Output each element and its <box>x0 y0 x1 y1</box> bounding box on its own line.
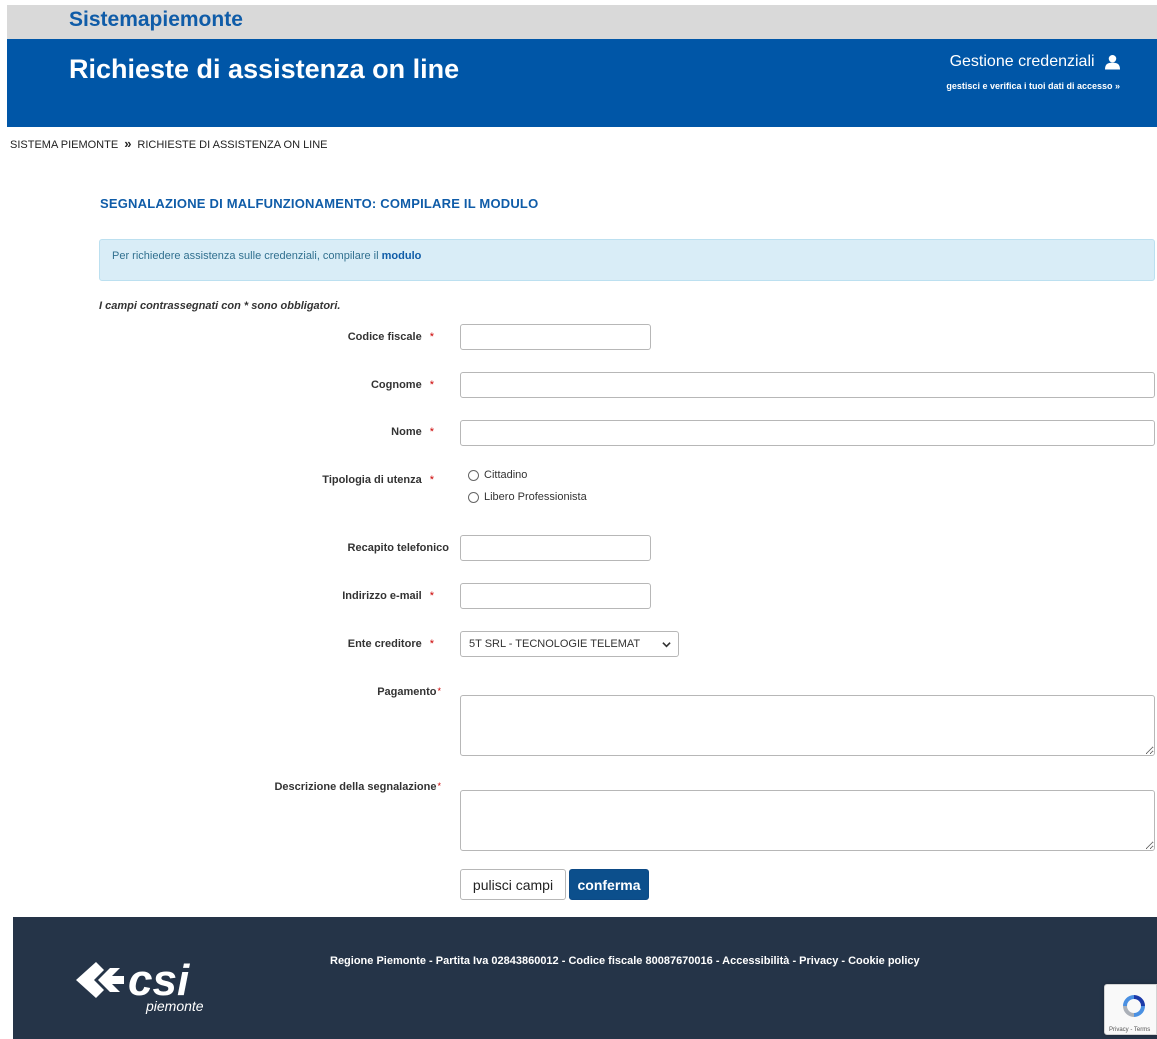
recaptcha-badge[interactable]: Privacy - Terms <box>1104 984 1157 1035</box>
clear-fields-button[interactable]: pulisci campi <box>460 869 566 900</box>
codice-fiscale-label-text: Codice fiscale <box>347 331 422 343</box>
user-icon <box>1105 54 1120 70</box>
breadcrumb-separator: » <box>124 136 132 151</box>
breadcrumb-item-sistema-piemonte[interactable]: SISTEMA PIEMONTE <box>10 139 118 151</box>
nome-label-text: Nome <box>391 426 422 438</box>
required-star: * <box>429 426 434 438</box>
ente-creditore-label-text: Ente creditore <box>347 638 422 650</box>
page-title: SEGNALAZIONE DI MALFUNZIONAMENTO: COMPIL… <box>100 196 539 211</box>
breadcrumb: SISTEMA PIEMONTE » RICHIESTE DI ASSISTENZA… <box>10 136 328 151</box>
brand-link[interactable]: Sistemapiemonte <box>69 8 243 32</box>
radio-button-icon[interactable] <box>468 491 479 503</box>
credentials-title[interactable]: Gestione credenziali <box>950 53 1095 71</box>
tipologia-label-text: Tipologia di utenza <box>322 474 422 486</box>
required-star: * <box>429 331 434 343</box>
footer-links[interactable]: Regione Piemonte - Partita Iva 028438600… <box>330 955 920 967</box>
csi-piemonte-logo: csi piemonte <box>76 956 204 1014</box>
pagamento-label-text: Pagamento <box>377 686 437 698</box>
recapito-telefonico-input[interactable] <box>460 535 651 561</box>
required-star: * <box>429 638 434 650</box>
email-label: Indirizzo e-mail * <box>342 590 434 602</box>
app-title: Richieste di assistenza on line <box>69 54 460 84</box>
descrizione-label: Descrizione della segnalazione* <box>274 781 441 793</box>
tipologia-label: Tipologia di utenza * <box>322 474 434 486</box>
credentials-link[interactable]: Gestione credenziali gestisci e verifica… <box>946 53 1120 91</box>
required-fields-note: I campi contrassegnati con * sono obblig… <box>99 300 341 312</box>
ente-creditore-select[interactable]: 5T SRL - TECNOLOGIE TELEMAT <box>460 631 679 657</box>
credentials-subtitle[interactable]: gestisci e verifica i tuoi dati di acces… <box>946 81 1120 91</box>
codice-fiscale-label: Codice fiscale * <box>348 331 434 343</box>
cognome-label: Cognome * <box>371 379 434 391</box>
required-star: * <box>429 379 434 391</box>
app-header: Richieste di assistenza on line Gestione… <box>7 39 1157 127</box>
cognome-input[interactable] <box>460 372 1155 398</box>
descrizione-label-text: Descrizione della segnalazione <box>274 781 437 793</box>
radio-libero-professionista[interactable]: Libero Professionista <box>468 491 587 503</box>
pagamento-textarea[interactable] <box>460 695 1155 756</box>
ente-creditore-selected: 5T SRL - TECNOLOGIE TELEMAT <box>469 638 641 650</box>
required-star: * <box>437 781 441 791</box>
required-star: * <box>429 474 434 486</box>
codice-fiscale-input[interactable] <box>460 324 651 350</box>
nome-label: Nome * <box>391 426 434 438</box>
email-input[interactable] <box>460 583 651 609</box>
top-bar: Sistemapiemonte <box>7 5 1157 39</box>
breadcrumb-item-richieste: RICHIESTE DI ASSISTENZA ON LINE <box>137 139 328 151</box>
radio-cittadino-label: Cittadino <box>484 469 528 481</box>
cognome-label-text: Cognome <box>370 379 422 391</box>
recapito-label: Recapito telefonico <box>348 542 449 554</box>
modulo-link[interactable]: modulo <box>382 250 422 262</box>
ente-creditore-label: Ente creditore * <box>348 638 434 650</box>
info-alert: Per richiedere assistenza sulle credenzi… <box>99 239 1155 281</box>
footer: csi piemonte Regione Piemonte - Partita … <box>13 917 1157 1039</box>
nome-input[interactable] <box>460 420 1155 446</box>
chevron-down-icon <box>662 642 671 648</box>
required-star: * <box>429 590 434 602</box>
email-label-text: Indirizzo e-mail <box>342 590 422 602</box>
radio-cittadino[interactable]: Cittadino <box>468 469 527 481</box>
radio-button-icon[interactable] <box>468 469 479 481</box>
recapito-label-text: Recapito telefonico <box>347 542 449 554</box>
pagamento-label: Pagamento* <box>377 686 441 698</box>
info-text: Per richiedere assistenza sulle credenzi… <box>112 250 382 262</box>
recaptcha-icon <box>1123 995 1145 1017</box>
logo-subtext: piemonte <box>145 998 204 1014</box>
radio-libero-professionista-label: Libero Professionista <box>484 491 587 503</box>
required-star: * <box>437 686 441 696</box>
descrizione-textarea[interactable] <box>460 790 1155 851</box>
confirm-button[interactable]: conferma <box>569 869 649 900</box>
recaptcha-text[interactable]: Privacy - Terms <box>1109 1027 1150 1033</box>
